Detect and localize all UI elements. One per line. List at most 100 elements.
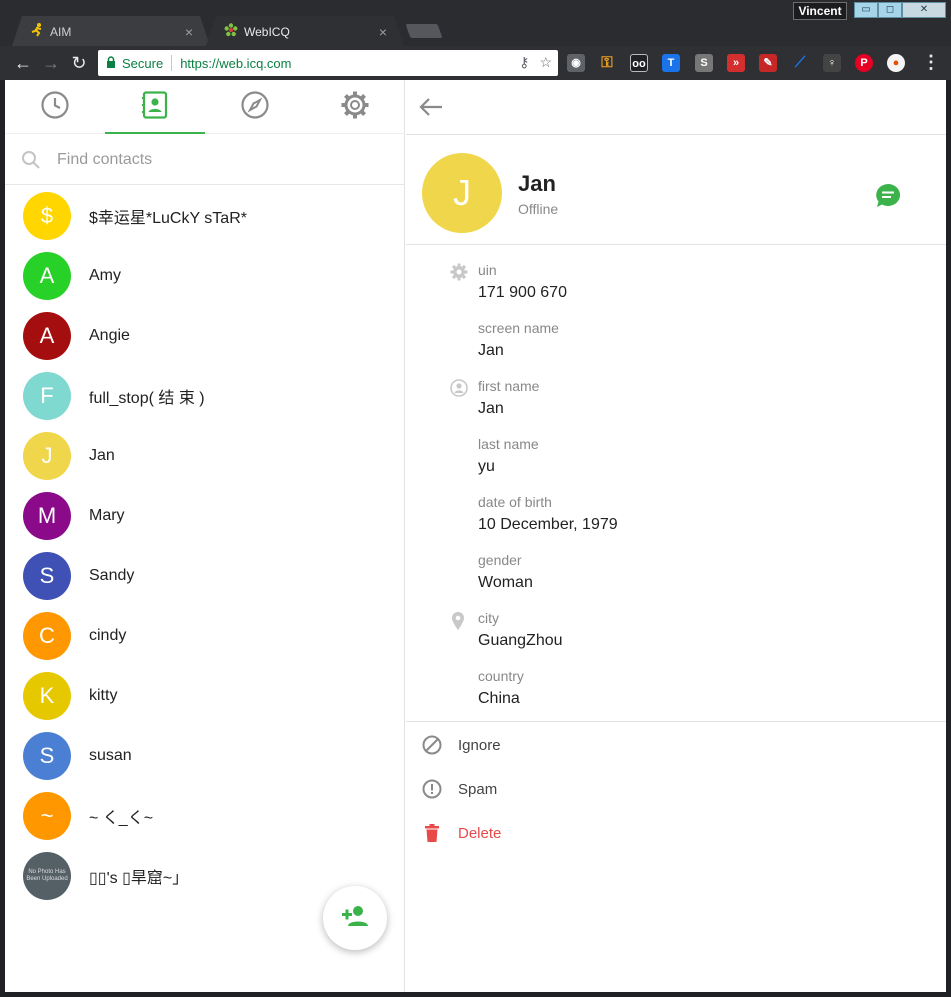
browser-menu-icon[interactable]: ⋮ [922,52,940,73]
block-icon [422,735,442,755]
address-bar[interactable]: Secure https://web.icq.com ⚷ ☆ [98,50,558,76]
field-label: date of birth [478,494,552,510]
gear-icon [340,90,370,125]
list-item[interactable]: A Angie [5,306,405,366]
contact-list: $ $幸运星*LuCkY sTaR* A Amy A Angie Ffull_stop( 结… [5,186,405,906]
browser-toolbar: ← → ↻ Secure https://web.icq.com ⚷ ☆ ◉ ⚿… [0,46,951,80]
contact-name: ▯▯'s ▯旱窟~」 [89,870,189,887]
profile-summary: J Jan Offline [406,136,946,245]
forward-arrow-icon[interactable]: → [40,52,62,74]
list-item[interactable]: ~ ~ く_く~ [5,786,405,846]
tab-aim[interactable]: AIM × [12,16,210,46]
start-chat-button[interactable] [874,182,902,215]
delete-button[interactable]: Delete [406,811,946,855]
bookmark-star-icon[interactable]: ☆ [539,54,552,71]
list-item[interactable]: Ccindy [5,606,405,666]
feather-icon[interactable]: ⟋ [791,54,809,72]
field-value: Jan [478,400,504,417]
tab-explore[interactable] [205,80,305,134]
bluetooth-icon[interactable]: oo [630,54,648,72]
field-value: Jan [478,342,504,359]
chat-bubble-icon [876,183,901,207]
add-contact-button[interactable] [323,886,387,950]
profile-field: country China [478,668,524,708]
field-label: screen name [478,320,559,336]
divider [171,55,173,71]
list-item[interactable]: Ssusan [5,726,405,786]
tab-recent[interactable] [5,80,105,134]
back-button[interactable] [418,96,444,123]
url-text[interactable]: https://web.icq.com [180,56,291,71]
avatar: C [23,612,71,660]
avatar: No Photo Has Been Uploaded [23,852,71,900]
back-arrow-icon[interactable]: ← [12,52,34,74]
lightbulb-icon[interactable]: ♀ [823,54,841,72]
list-item[interactable]: $ $幸运星*LuCkY sTaR* [5,186,405,246]
translate-icon[interactable]: T [662,54,680,72]
tab-close-icon[interactable]: × [376,24,390,40]
back-arrow-icon [419,98,442,116]
contact-name: Jan [89,447,115,464]
s-icon[interactable]: S [695,54,713,72]
avatar: J [23,432,71,480]
key-icon[interactable]: ⚿ [598,54,616,72]
clock-icon [40,90,70,125]
contact-actions: Ignore Spam Delete [406,723,946,855]
lock-icon [106,55,116,71]
webicq-app: $ $幸运星*LuCkY sTaR* A Amy A Angie Ffull_stop( 结… [5,80,946,992]
field-label: gender [478,552,522,568]
warning-icon [422,779,442,799]
contact-name: Amy [89,267,121,284]
spam-button[interactable]: Spam [406,767,946,811]
pencil-icon[interactable]: ✎ [759,54,777,72]
new-tab-button[interactable] [405,24,443,38]
contact-name: ~ く_く~ [89,810,154,827]
field-label: city [478,610,499,626]
fast-forward-icon[interactable]: » [727,54,745,72]
tab-settings[interactable] [305,80,405,134]
tab-close-icon[interactable]: × [182,24,196,40]
contact-name: Sandy [89,567,135,584]
camera-icon[interactable]: ◉ [567,54,585,72]
delete-label: Delete [458,824,502,842]
contact-name: full_stop( 结 束 ) [89,390,205,407]
list-item[interactable]: M Mary [5,486,405,546]
profile-field: last name yu [478,436,539,476]
contact-details-panel: J Jan Offline uin 171 900 670 screen name J… [406,80,946,992]
profile-fields: uin 171 900 670 screen name Jan first name Ja… [406,246,946,722]
add-person-icon [340,904,370,933]
field-value: yu [478,458,495,475]
key-icon[interactable]: ⚷ [519,54,529,71]
sidebar: $ $幸运星*LuCkY sTaR* A Amy A Angie Ffull_stop( 结… [5,80,405,992]
pill-icon[interactable]: ● [887,54,905,72]
tab-contacts[interactable] [105,80,205,134]
avatar: S [23,552,71,600]
contact-search [5,135,405,185]
minimize-button[interactable]: ▭ [854,2,878,18]
avatar: J [422,153,502,233]
details-header [406,80,946,135]
tab-webicq[interactable]: WebICQ × [206,16,404,46]
profile-field: city GuangZhou [478,610,563,650]
avatar: S [23,732,71,780]
pinterest-icon[interactable]: P [855,54,873,72]
profile-user-badge[interactable]: Vincent [793,2,847,20]
contact-name: Angie [89,327,130,344]
tab-title: WebICQ [244,24,290,39]
contact-name: kitty [89,687,118,704]
list-item[interactable]: A Amy [5,246,405,306]
profile-name: Jan [518,171,556,196]
search-input[interactable] [57,150,357,169]
list-item[interactable]: S Sandy [5,546,405,606]
ignore-button[interactable]: Ignore [406,723,946,767]
avatar: $ [23,192,71,240]
restore-button[interactable]: ◻ [878,2,902,18]
profile-status: Offline [518,201,559,217]
avatar: F [23,372,71,420]
list-item[interactable]: Ffull_stop( 结 束 ) [5,366,405,426]
list-item[interactable]: Kkitty [5,666,405,726]
reload-icon[interactable]: ↻ [68,52,90,74]
list-item[interactable]: J Jan [5,426,405,486]
close-window-button[interactable]: ✕ [902,2,946,18]
avatar: M [23,492,71,540]
